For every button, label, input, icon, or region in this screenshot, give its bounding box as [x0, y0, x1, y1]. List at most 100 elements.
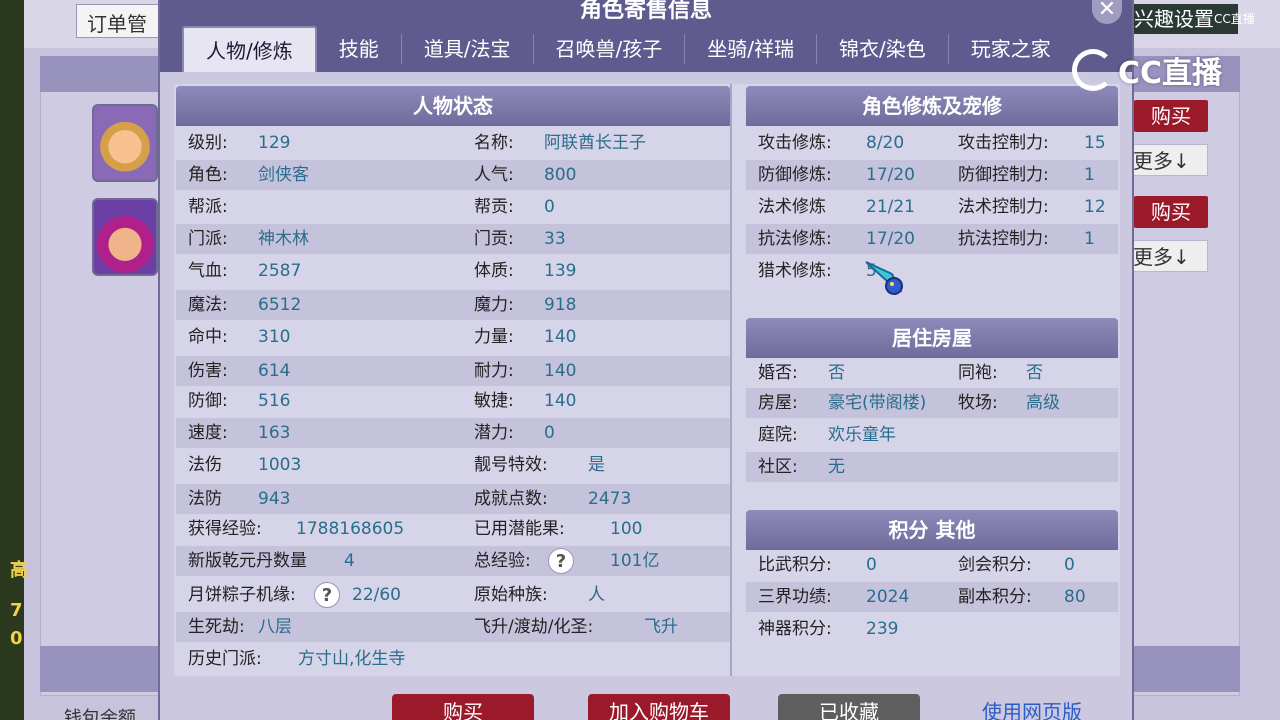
status-value: 人	[588, 585, 605, 605]
status-row: 生死劫: 八层 飞升/渡劫/化圣: 飞升	[176, 612, 730, 642]
status-label: 级别:	[188, 133, 228, 153]
dialog-title: 角色寄售信息	[579, 0, 712, 23]
house-value: 欢乐童年	[828, 425, 896, 445]
points-value: 0	[1064, 555, 1075, 575]
status-row: 历史门派: 方寸山,化生寺	[176, 644, 730, 674]
status-label: 生死劫:	[188, 617, 245, 637]
status-label: 获得经验:	[188, 519, 262, 539]
status-label: 法伤	[188, 455, 222, 475]
watermark-small: CC直播	[1214, 12, 1255, 26]
cc-logo-icon	[1072, 49, 1114, 91]
house-value: 否	[828, 363, 845, 383]
tab-outfits[interactable]: 锦衣/染色	[817, 26, 948, 72]
left-glyph: 7	[10, 600, 23, 621]
status-value: 140	[544, 361, 577, 381]
house-row: 婚否: 否 同袍: 否	[746, 358, 1118, 388]
house-label: 社区:	[758, 457, 798, 477]
cc-live-watermark: CC直播	[1072, 48, 1242, 92]
help-icon[interactable]: ?	[548, 546, 574, 576]
status-row: 月饼粽子机缘:? 22/60 原始种族: 人	[176, 580, 730, 610]
cultivation-row: 抗法修炼: 17/20 抗法控制力: 1	[746, 224, 1118, 254]
house-value: 高级	[1026, 393, 1060, 413]
status-value: 310	[258, 327, 291, 347]
tab-character[interactable]: 人物/修炼	[182, 26, 317, 72]
bg-buy-button[interactable]: 购买	[1134, 100, 1208, 132]
left-glyph: 0	[10, 628, 23, 649]
cultivation-row: 猎术修炼: 5	[746, 256, 1118, 286]
house-row: 庭院: 欢乐童年	[746, 420, 1118, 450]
status-value: 22/60	[352, 585, 401, 605]
bg-more-button[interactable]: 更多↓	[1128, 240, 1208, 272]
add-to-cart-button[interactable]: 加入购物车	[588, 694, 730, 720]
cultivation-label: 攻击控制力:	[958, 133, 1049, 153]
status-row: 新版乾元丹数量 4 总经验:? 101亿	[176, 546, 730, 576]
cultivation-value: 8/20	[866, 133, 905, 153]
status-value: 943	[258, 489, 291, 509]
web-version-link[interactable]: 使用网页版	[982, 696, 1082, 720]
points-row: 神器积分: 239	[746, 614, 1118, 644]
buy-button[interactable]: 购买	[392, 694, 534, 720]
status-row: 魔法: 6512 魔力: 918	[176, 290, 730, 320]
status-label: 潜力:	[474, 423, 514, 443]
status-label: 名称:	[474, 133, 514, 153]
character-avatar[interactable]	[92, 198, 158, 276]
status-row: 法伤 1003 靓号特效: 是	[176, 450, 730, 480]
points-value: 239	[866, 619, 899, 639]
points-row: 三界功绩: 2024 副本积分: 80	[746, 582, 1118, 612]
status-label: 法防	[188, 489, 222, 509]
points-label: 三界功绩:	[758, 587, 832, 607]
favorited-button[interactable]: 已收藏	[778, 694, 920, 720]
status-value: 4	[344, 551, 355, 571]
tab-skills[interactable]: 技能	[317, 26, 401, 72]
status-value: 33	[544, 229, 566, 249]
status-value: 139	[544, 261, 577, 281]
bg-buy-button[interactable]: 购买	[1134, 196, 1208, 228]
status-label: 气血:	[188, 261, 228, 281]
status-value: 163	[258, 423, 291, 443]
house-header: 居住房屋	[746, 318, 1118, 358]
status-header: 人物状态	[176, 86, 730, 126]
status-label: 耐力:	[474, 361, 514, 381]
tab-player-home[interactable]: 玩家之家	[949, 26, 1073, 72]
status-value: 1788168605	[296, 519, 405, 539]
status-label: 魔法:	[188, 295, 228, 315]
status-row: 级别: 129 名称: 阿联酋长王子	[176, 128, 730, 158]
tab-mounts[interactable]: 坐骑/祥瑞	[685, 26, 816, 72]
cursor-pointer-icon	[865, 261, 903, 295]
tab-items[interactable]: 道具/法宝	[402, 26, 533, 72]
status-table: 级别: 129 名称: 阿联酋长王子 角色: 剑侠客 人气: 800 帮派: 帮贡: 0 门派: 神木林…	[176, 128, 730, 676]
status-row: 获得经验: 1788168605 已用潜能果: 100	[176, 514, 730, 544]
tab-pets[interactable]: 召唤兽/孩子	[534, 26, 685, 72]
status-value: 方寸山,化生寺	[298, 649, 406, 669]
help-icon[interactable]: ?	[314, 580, 340, 610]
cultivation-value: 15	[1084, 133, 1106, 153]
character-avatar[interactable]	[92, 104, 158, 182]
points-label: 剑会积分:	[958, 555, 1032, 575]
house-row: 社区: 无	[746, 452, 1118, 482]
order-field[interactable]: 订单管	[76, 4, 166, 38]
status-value: 101亿	[610, 551, 660, 571]
status-value: 614	[258, 361, 291, 381]
status-value: 剑侠客	[258, 165, 309, 185]
cultivation-label: 攻击修炼:	[758, 133, 832, 153]
status-row: 角色: 剑侠客 人气: 800	[176, 160, 730, 190]
cultivation-label: 法术修炼	[758, 197, 826, 217]
status-value: 神木林	[258, 229, 309, 249]
cultivation-label: 猎术修炼:	[758, 261, 832, 281]
status-value: 129	[258, 133, 291, 153]
points-value: 80	[1064, 587, 1086, 607]
points-label: 副本积分:	[958, 587, 1032, 607]
bg-more-button[interactable]: 更多↓	[1128, 144, 1208, 176]
status-value: 918	[544, 295, 577, 315]
status-label: 历史门派:	[188, 649, 262, 669]
house-label: 婚否:	[758, 363, 798, 383]
status-value: 阿联酋长王子	[544, 133, 646, 153]
cultivation-value: 21/21	[866, 197, 915, 217]
points-value: 0	[866, 555, 877, 575]
cultivation-row: 攻击修炼: 8/20 攻击控制力: 15	[746, 128, 1118, 158]
status-label: 门贡:	[474, 229, 514, 249]
points-label: 比武积分:	[758, 555, 832, 575]
status-value: 0	[544, 197, 555, 217]
status-value: 1003	[258, 455, 302, 475]
house-value: 无	[828, 457, 845, 477]
